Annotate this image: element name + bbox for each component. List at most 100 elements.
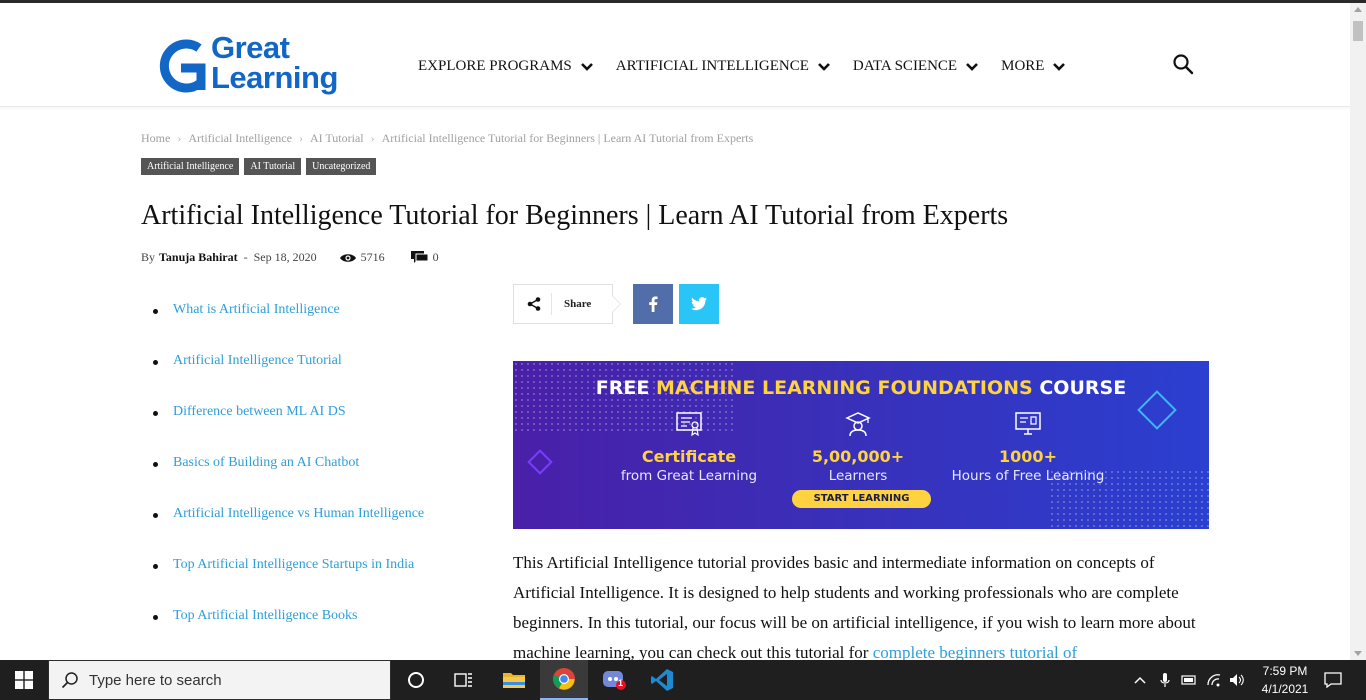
facebook-share-button[interactable] bbox=[633, 284, 673, 324]
battery-icon bbox=[1181, 675, 1196, 685]
view-count-value: 5716 bbox=[360, 250, 385, 264]
nav-data-science[interactable]: DATA SCIENCE bbox=[853, 58, 979, 75]
search-icon[interactable] bbox=[1172, 53, 1194, 75]
tag-uncategorized[interactable]: Uncategorized bbox=[306, 158, 377, 175]
chevron-down-icon bbox=[1053, 62, 1066, 71]
toc-link[interactable]: Difference between ML AI DS bbox=[173, 404, 346, 420]
start-button[interactable] bbox=[0, 660, 48, 700]
toc-item: Top Artificial Intelligence Startups in … bbox=[150, 557, 424, 608]
cortana-button[interactable] bbox=[392, 660, 440, 700]
notification-badge: 1 bbox=[618, 678, 624, 688]
share-icon bbox=[527, 297, 541, 311]
breadcrumb-home[interactable]: Home bbox=[141, 131, 170, 146]
wifi-tray-button[interactable] bbox=[1203, 660, 1225, 700]
bullet bbox=[153, 564, 158, 569]
scroll-thumb[interactable] bbox=[1353, 21, 1363, 41]
search-icon bbox=[61, 672, 78, 689]
banner-heading-prefix: FREE bbox=[595, 377, 656, 399]
monitor-icon bbox=[1015, 412, 1041, 435]
breadcrumb-ai-tutorial[interactable]: AI Tutorial bbox=[310, 131, 364, 146]
tag-artificial-intelligence[interactable]: Artificial Intelligence bbox=[141, 158, 240, 175]
taskbar-search-box[interactable]: Type here to search bbox=[48, 660, 391, 700]
banner-stat-hours: 1000+ Hours of Free Learning bbox=[943, 411, 1113, 484]
chrome-taskbar-button[interactable] bbox=[540, 660, 588, 700]
scroll-up-arrow-icon[interactable] bbox=[1354, 7, 1362, 12]
toc-link[interactable]: Artificial Intelligence vs Human Intelli… bbox=[173, 506, 424, 522]
file-explorer-button[interactable] bbox=[490, 660, 538, 700]
nav-artificial-intelligence[interactable]: ARTIFICIAL INTELLIGENCE bbox=[616, 58, 831, 75]
taskbar-search-placeholder: Type here to search bbox=[89, 671, 222, 689]
eye-icon bbox=[339, 253, 356, 262]
start-learning-button[interactable]: START LEARNING bbox=[792, 490, 931, 508]
author-name[interactable]: Tanuja Bahirat bbox=[159, 250, 238, 265]
windows-taskbar: Type here to search 1 7:59 PM 4/1/2021 bbox=[0, 660, 1366, 700]
stat-caption: from Great Learning bbox=[620, 468, 758, 484]
toc-item: Artificial Intelligence Tutorial bbox=[150, 353, 424, 404]
toc-link[interactable]: Basics of Building an AI Chatbot bbox=[173, 455, 359, 471]
toc-item: What is Artificial Intelligence bbox=[150, 302, 424, 353]
breadcrumb-separator: › bbox=[370, 131, 375, 145]
article-title: Artificial Intelligence Tutorial for Beg… bbox=[141, 200, 1009, 231]
discord-icon bbox=[603, 671, 626, 690]
breadcrumb-artificial-intelligence[interactable]: Artificial Intelligence bbox=[188, 131, 292, 146]
toc-link[interactable]: Artificial Intelligence Tutorial bbox=[173, 353, 342, 369]
twitter-share-button[interactable] bbox=[679, 284, 719, 324]
bullet bbox=[153, 360, 158, 365]
view-count: 5716 bbox=[339, 250, 385, 265]
share-arrow-inner bbox=[612, 296, 620, 312]
bullet bbox=[153, 309, 158, 314]
banner-diamond-decoration bbox=[527, 449, 553, 475]
article-body: This Artificial Intelligence tutorial pr… bbox=[513, 548, 1213, 668]
stat-value: 5,00,000+ bbox=[811, 447, 905, 466]
task-view-button[interactable] bbox=[440, 660, 488, 700]
vscode-taskbar-button[interactable] bbox=[638, 660, 686, 700]
stat-caption: Learners bbox=[828, 468, 888, 484]
clock-date: 4/1/2021 bbox=[1261, 682, 1309, 696]
banner-heading-suffix: COURSE bbox=[1032, 377, 1127, 399]
chevron-up-icon bbox=[1134, 676, 1146, 684]
volume-icon bbox=[1230, 674, 1244, 686]
bullet bbox=[153, 462, 158, 467]
bullet bbox=[153, 411, 158, 416]
breadcrumb: Home › Artificial Intelligence › AI Tuto… bbox=[141, 131, 753, 146]
stat-value: Certificate bbox=[641, 447, 737, 466]
chevron-down-icon bbox=[817, 62, 830, 71]
stat-caption: Hours of Free Learning bbox=[951, 468, 1105, 484]
twitter-icon bbox=[691, 297, 707, 311]
great-learning-logo[interactable]: Great Learning bbox=[155, 30, 360, 103]
task-view-icon bbox=[454, 673, 472, 687]
show-hidden-icons-button[interactable] bbox=[1130, 660, 1150, 700]
share-box[interactable]: Share bbox=[513, 284, 613, 324]
comment-count[interactable]: 0 bbox=[410, 250, 439, 265]
toc-link[interactable]: Top Artificial Intelligence Books bbox=[173, 608, 357, 624]
microphone-tray-button[interactable] bbox=[1155, 660, 1175, 700]
logo-line2: Learning bbox=[211, 60, 338, 95]
nav-more[interactable]: MORE bbox=[1001, 58, 1066, 75]
windows-logo-icon bbox=[15, 671, 33, 689]
page-scrollbar[interactable] bbox=[1350, 3, 1366, 660]
tag-ai-tutorial[interactable]: AI Tutorial bbox=[244, 158, 302, 175]
banner-heading-highlight: MACHINE LEARNING FOUNDATIONS bbox=[655, 377, 1033, 399]
discord-taskbar-button[interactable]: 1 bbox=[590, 660, 638, 700]
vscode-icon bbox=[651, 669, 673, 691]
clock-time: 7:59 PM bbox=[1262, 664, 1308, 678]
comment-icon bbox=[410, 251, 429, 263]
category-tags: Artificial Intelligence AI Tutorial Unca… bbox=[141, 158, 377, 175]
banner-stat-learners: 5,00,000+ Learners bbox=[803, 411, 913, 484]
logo-line1: Great bbox=[211, 30, 290, 65]
taskbar-clock[interactable]: 7:59 PM 4/1/2021 bbox=[1250, 662, 1320, 698]
scroll-down-arrow-icon[interactable] bbox=[1354, 651, 1362, 656]
nav-explore-programs[interactable]: EXPLORE PROGRAMS bbox=[418, 58, 594, 75]
stat-value: 1000+ bbox=[999, 447, 1057, 466]
toc-item: Top Artificial Intelligence Books bbox=[150, 608, 424, 659]
facebook-icon bbox=[649, 296, 658, 312]
toc-link[interactable]: Top Artificial Intelligence Startups in … bbox=[173, 557, 414, 573]
volume-tray-button[interactable] bbox=[1226, 660, 1248, 700]
by-label: By bbox=[141, 250, 156, 264]
toc-link[interactable]: What is Artificial Intelligence bbox=[173, 302, 340, 318]
great-learning-g-icon bbox=[159, 39, 206, 93]
ml-course-banner[interactable]: FREE MACHINE LEARNING FOUNDATIONS COURSE… bbox=[513, 361, 1209, 529]
action-center-button[interactable] bbox=[1318, 660, 1348, 700]
main-nav: EXPLORE PROGRAMS ARTIFICIAL INTELLIGENCE… bbox=[418, 58, 1088, 75]
battery-tray-button[interactable] bbox=[1178, 660, 1200, 700]
